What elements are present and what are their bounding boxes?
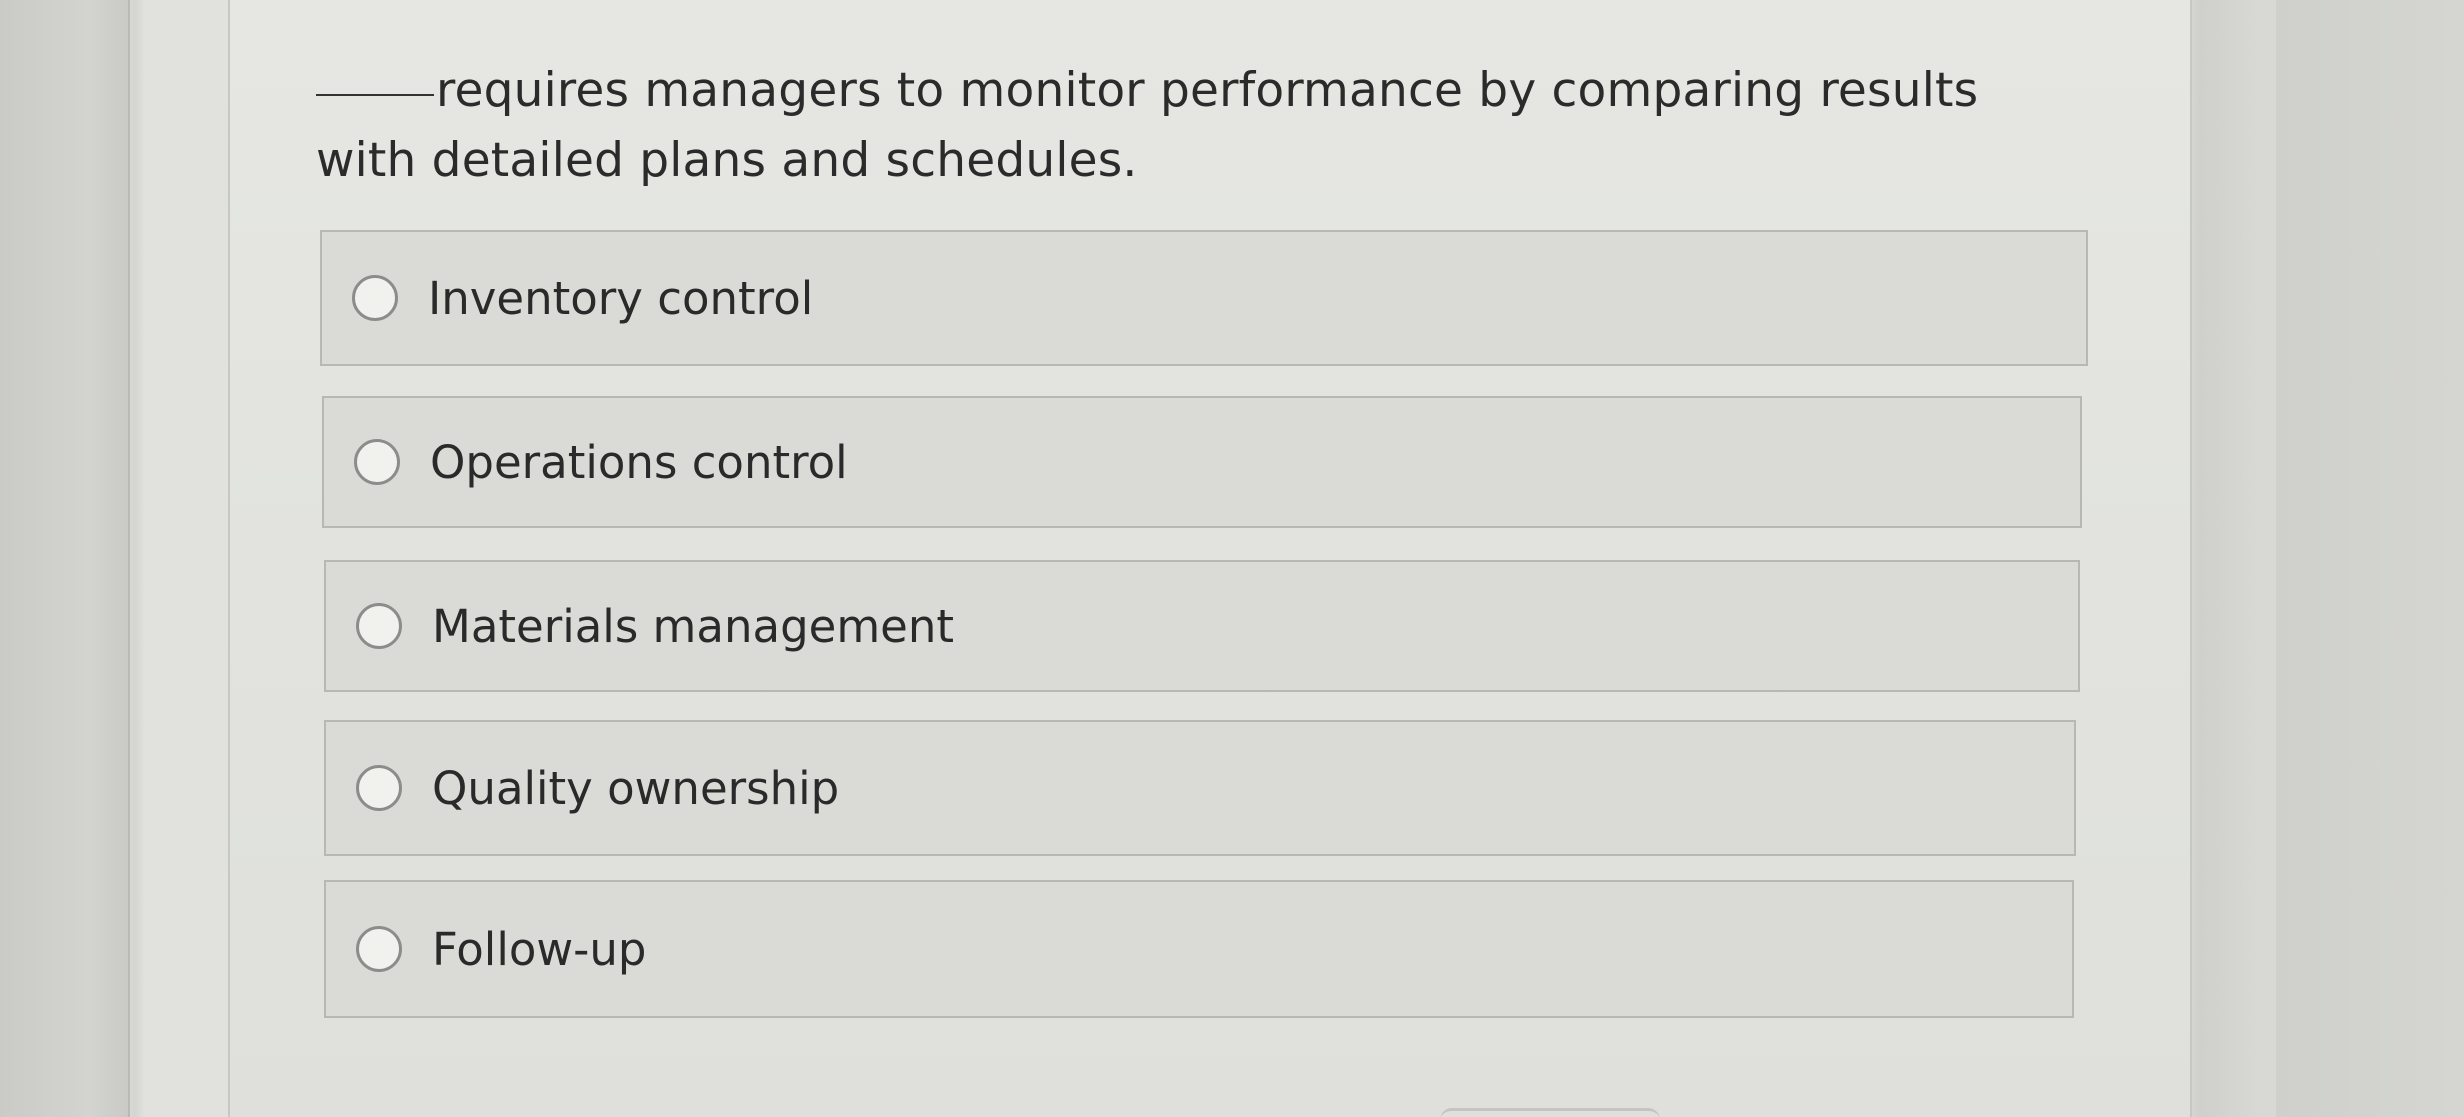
answer-option-label: Inventory control xyxy=(428,271,814,325)
radio-button-icon[interactable] xyxy=(356,765,402,811)
answer-option-label: Quality ownership xyxy=(432,761,840,815)
answer-option-label: Operations control xyxy=(430,435,848,489)
answer-option[interactable]: Operations control xyxy=(322,396,2082,528)
radio-button-icon[interactable] xyxy=(352,275,398,321)
right-background-panel xyxy=(2276,0,2464,1117)
answer-option-label: Materials management xyxy=(432,599,955,653)
answer-option[interactable]: Inventory control xyxy=(320,230,2088,366)
partially-visible-button-edge xyxy=(1440,1108,1660,1117)
fill-in-blank xyxy=(316,94,434,96)
radio-button-icon[interactable] xyxy=(354,439,400,485)
answer-option-label: Follow-up xyxy=(432,922,647,976)
answer-option[interactable]: Materials management xyxy=(324,560,2080,692)
answer-option[interactable]: Follow-up xyxy=(324,880,2074,1018)
radio-button-icon[interactable] xyxy=(356,926,402,972)
left-background-panel xyxy=(0,0,130,1117)
radio-button-icon[interactable] xyxy=(356,603,402,649)
question-prompt: requires managers to monitor performance… xyxy=(316,56,2036,196)
answer-option[interactable]: Quality ownership xyxy=(324,720,2076,856)
question-text: requires managers to monitor performance… xyxy=(316,63,1979,188)
